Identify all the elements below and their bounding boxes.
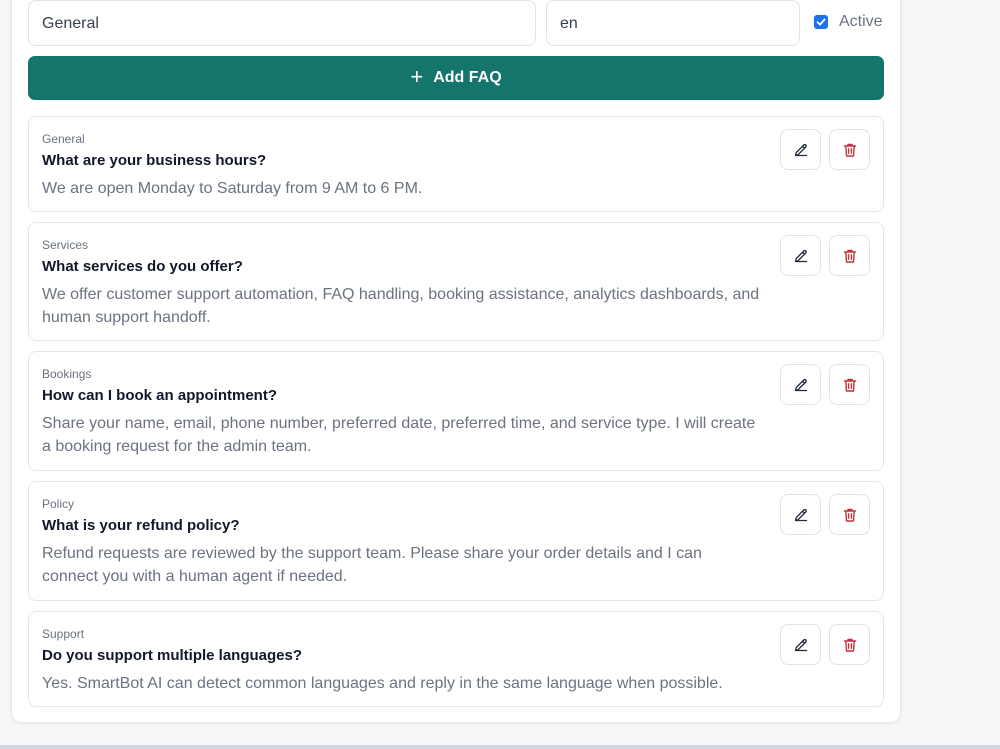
faq-answer: We are open Monday to Saturday from 9 AM… bbox=[42, 180, 423, 197]
plus-icon: + bbox=[410, 63, 424, 89]
faq-item: General What are your business hours? We… bbox=[28, 116, 884, 212]
faq-question: Do you support multiple languages? bbox=[42, 647, 303, 664]
trash-icon bbox=[843, 638, 856, 652]
add-faq-label: Add FAQ bbox=[433, 69, 502, 86]
faq-question: How can I book an appointment? bbox=[42, 387, 278, 404]
category-input-value: General bbox=[42, 15, 99, 32]
faq-item: Bookings How can I book an appointment? … bbox=[28, 351, 884, 471]
edit-button[interactable] bbox=[780, 364, 821, 405]
delete-button[interactable] bbox=[829, 494, 870, 535]
pencil-icon bbox=[794, 143, 807, 156]
language-input[interactable]: en bbox=[546, 0, 800, 46]
delete-button[interactable] bbox=[829, 235, 870, 276]
faq-item: Support Do you support multiple language… bbox=[28, 611, 884, 707]
edit-button[interactable] bbox=[780, 494, 821, 535]
add-faq-button[interactable]: + Add FAQ bbox=[28, 56, 884, 100]
pencil-icon bbox=[794, 638, 807, 651]
trash-icon bbox=[843, 143, 856, 157]
faq-answer: Share your name, email, phone number, pr… bbox=[42, 415, 756, 455]
delete-button[interactable] bbox=[829, 624, 870, 665]
faq-question: What is your refund policy? bbox=[42, 517, 240, 534]
trash-icon bbox=[843, 249, 856, 263]
faq-item: Services What services do you offer? We … bbox=[28, 222, 884, 341]
active-checkbox[interactable] bbox=[814, 15, 828, 29]
faq-answer: Refund requests are reviewed by the supp… bbox=[42, 545, 702, 585]
faq-category: Bookings bbox=[42, 367, 92, 381]
faq-category: Policy bbox=[42, 497, 75, 511]
active-label: Active bbox=[839, 13, 883, 30]
trash-icon bbox=[843, 508, 856, 522]
edit-button[interactable] bbox=[780, 235, 821, 276]
faq-answer: We offer customer support automation, FA… bbox=[42, 286, 760, 326]
delete-button[interactable] bbox=[829, 364, 870, 405]
delete-button[interactable] bbox=[829, 129, 870, 170]
category-input[interactable]: General bbox=[28, 0, 536, 46]
faq-question: What services do you offer? bbox=[42, 258, 243, 275]
pencil-icon bbox=[794, 508, 807, 521]
faq-category: Support bbox=[42, 627, 85, 641]
check-icon bbox=[816, 18, 826, 26]
faq-item: Policy What is your refund policy? Refun… bbox=[28, 481, 884, 601]
language-input-value: en bbox=[560, 15, 578, 32]
pencil-icon bbox=[794, 249, 807, 262]
bottom-divider bbox=[0, 745, 1000, 749]
pencil-icon bbox=[794, 378, 807, 391]
trash-icon bbox=[843, 378, 856, 392]
faq-question: What are your business hours? bbox=[42, 152, 267, 169]
active-toggle[interactable]: Active bbox=[814, 13, 883, 31]
edit-button[interactable] bbox=[780, 129, 821, 170]
faq-category: Services bbox=[42, 238, 89, 252]
edit-button[interactable] bbox=[780, 624, 821, 665]
faq-category: General bbox=[42, 132, 85, 146]
faq-answer: Yes. SmartBot AI can detect common langu… bbox=[42, 675, 723, 692]
